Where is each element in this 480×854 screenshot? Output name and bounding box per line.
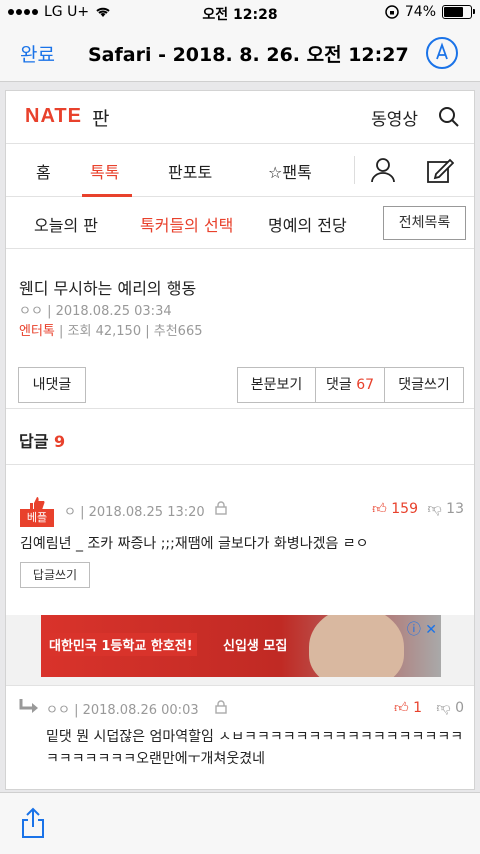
article-recommend: 추천665 bbox=[153, 324, 203, 339]
article-meta: ㅇㅇ | 2018.08.25 03:34 bbox=[19, 304, 172, 319]
all-list-button[interactable]: 전체목록 bbox=[383, 206, 466, 240]
tab-hall-of-fame[interactable]: 명예의 전당 bbox=[268, 212, 347, 236]
comments-count: 67 bbox=[356, 377, 375, 393]
share-icon[interactable] bbox=[20, 807, 46, 839]
web-page: NATE 판 동영상 홈 톡톡 판포토 ☆팬톡 오늘의 판 톡커들의 선택 명예… bbox=[5, 90, 475, 790]
upvote-button[interactable]: 👍︎ 1 bbox=[394, 699, 422, 716]
battery-percent: 74% bbox=[404, 4, 436, 20]
downvote-count: 0 bbox=[455, 700, 464, 716]
comment-author: ㅇ bbox=[64, 505, 76, 520]
upvote-count: 159 bbox=[391, 501, 418, 517]
lock-icon bbox=[215, 700, 227, 714]
reply-button[interactable]: 답글쓰기 bbox=[20, 562, 90, 588]
battery-icon bbox=[442, 5, 475, 19]
comment-date: 2018.08.26 00:03 bbox=[82, 703, 199, 718]
downvote-button[interactable]: 👎︎ 0 bbox=[436, 699, 464, 716]
lock-icon bbox=[215, 501, 227, 515]
tab-home[interactable]: 홈 bbox=[36, 159, 51, 183]
status-bar: LG U+ 오전 12:28 74% bbox=[0, 0, 480, 26]
ad-subline: 신입생 모집 bbox=[223, 639, 288, 654]
write-icon[interactable] bbox=[426, 156, 454, 184]
video-link[interactable]: 동영상 bbox=[371, 105, 418, 130]
article-stats: 엔터톡 | 조회 42,150 | 추천665 bbox=[19, 324, 203, 339]
nate-logo[interactable]: NATE bbox=[25, 105, 82, 128]
comment-meta: ㅇㅇ | 2018.08.26 00:03 bbox=[46, 703, 199, 718]
thumbs-up-icon: 👍︎ bbox=[372, 501, 387, 517]
safari-header: 완료 Safari - 2018. 8. 26. 오전 12:27 bbox=[0, 26, 480, 82]
comments-button[interactable]: 댓글 67 bbox=[315, 367, 385, 403]
downvote-button[interactable]: 👎︎ 13 bbox=[428, 500, 465, 517]
tab-toktok[interactable]: 톡톡 bbox=[90, 159, 119, 183]
thumbs-down-icon: 👎︎ bbox=[436, 700, 451, 716]
thumbs-up-icon: 👍︎ bbox=[393, 700, 409, 716]
write-comment-button[interactable]: 댓글쓰기 bbox=[384, 367, 464, 403]
comment-author: ㅇㅇ bbox=[46, 703, 70, 718]
article-header: 웬디 무시하는 예리의 행동 ㅇㅇ | 2018.08.25 03:34 엔터톡… bbox=[6, 249, 474, 409]
reply-comment: ㅇㅇ | 2018.08.26 00:03 👍︎ 1 👎︎ 0 밑댓 뭔 시덥잖… bbox=[6, 685, 474, 789]
upvote-count: 1 bbox=[413, 700, 422, 716]
divider bbox=[354, 156, 355, 184]
markup-icon[interactable] bbox=[426, 37, 458, 69]
best-comment: 베플 ㅇ | 2018.08.25 13:20 👍︎ 159 👎︎ 13 김예림… bbox=[6, 465, 474, 615]
ad-headline: 대한민국 1등학교 한호전! bbox=[45, 633, 197, 656]
my-comments-button[interactable]: 내댓글 bbox=[18, 367, 86, 403]
thumbs-down-icon: 👎︎ bbox=[427, 501, 442, 517]
sub-menu: 오늘의 판 톡커들의 선택 명예의 전당 전체목록 bbox=[6, 197, 474, 249]
article-category[interactable]: 엔터톡 bbox=[19, 324, 55, 339]
screenshot-title: Safari - 2018. 8. 26. 오전 12:27 bbox=[88, 44, 409, 66]
replies-header: 답글 9 bbox=[6, 409, 474, 465]
downvote-count: 13 bbox=[446, 501, 464, 517]
comment-text: 김예림년 _ 조카 짜증나 ;;;재땜에 글보다가 화병나겠음 ㄹㅇ bbox=[20, 536, 369, 552]
best-label: 베플 bbox=[20, 509, 54, 527]
replies-label: 답글 bbox=[19, 432, 49, 451]
comment-text: 밑댓 뭔 시덥잖은 엄마역할임 ㅅㅂㅋㅋㅋㅋㅋㅋㅋㅋㅋㅋㅋㅋㅋㅋㅋㅋㅋㅋㅋㅋㅋㅋ… bbox=[46, 729, 464, 767]
view-body-button[interactable]: 본문보기 bbox=[237, 367, 316, 403]
ad-banner[interactable]: 대한민국 1등학교 한호전! 신입생 모집 ⓘ ✕ bbox=[6, 615, 474, 685]
bottom-toolbar bbox=[0, 792, 480, 854]
article-title: 웬디 무시하는 예리의 행동 bbox=[19, 279, 197, 298]
upvote-button[interactable]: 👍︎ 159 bbox=[372, 500, 418, 517]
comment-date: 2018.08.25 13:20 bbox=[88, 505, 205, 520]
search-icon[interactable] bbox=[438, 106, 460, 128]
ad-photo bbox=[309, 615, 404, 677]
pann-label[interactable]: 판 bbox=[92, 104, 109, 131]
best-badge: 베플 bbox=[20, 497, 54, 527]
reply-arrow-icon bbox=[19, 699, 38, 713]
done-button[interactable]: 완료 bbox=[20, 40, 55, 67]
orientation-lock-icon bbox=[385, 5, 399, 19]
comment-meta: ㅇ | 2018.08.25 13:20 bbox=[64, 505, 205, 520]
article-author: ㅇㅇ bbox=[19, 304, 43, 319]
replies-count: 9 bbox=[54, 432, 66, 451]
ad-image[interactable]: 대한민국 1등학교 한호전! 신입생 모집 ⓘ ✕ bbox=[41, 615, 441, 677]
article-date: 2018.08.25 03:34 bbox=[55, 304, 172, 319]
main-menu: 홈 톡톡 판포토 ☆팬톡 bbox=[6, 143, 474, 197]
article-views: 조회 42,150 bbox=[67, 324, 142, 339]
tab-fan-talk[interactable]: ☆팬톡 bbox=[268, 159, 312, 183]
site-header: NATE 판 동영상 bbox=[6, 91, 474, 143]
tab-pann-photo[interactable]: 판포토 bbox=[168, 159, 212, 183]
tab-today[interactable]: 오늘의 판 bbox=[34, 212, 98, 236]
ad-close-icon[interactable]: ⓘ ✕ bbox=[407, 619, 437, 639]
tab-talkers-choice[interactable]: 톡커들의 선택 bbox=[140, 212, 233, 236]
comments-label: 댓글 bbox=[325, 377, 352, 393]
user-icon[interactable] bbox=[370, 157, 396, 183]
